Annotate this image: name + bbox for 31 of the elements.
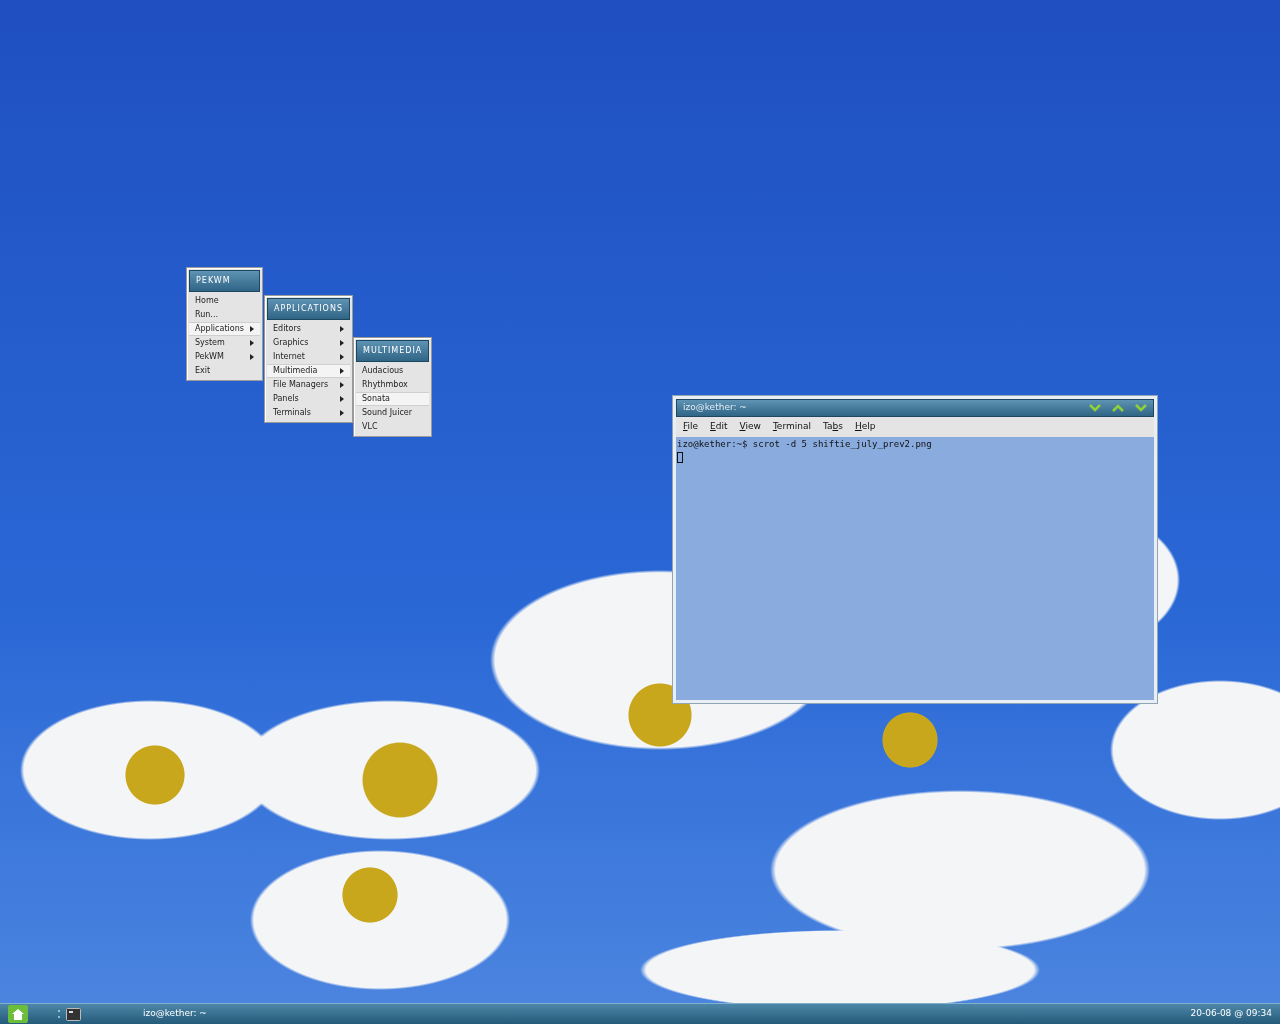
menu-bar-item[interactable]: View [739,420,761,434]
menu-item[interactable]: File Managers [267,378,350,392]
menu-title: PEKWM [189,270,260,292]
menu-item[interactable]: Audacious [356,364,430,378]
menu-item[interactable]: VLC [356,420,430,434]
taskbar-task[interactable]: izo@kether: ~ [143,1007,207,1021]
menu-bar-item[interactable]: Terminal [772,420,811,434]
menu-item[interactable]: Terminals [267,406,350,420]
window-title: izo@kether: ~ [683,401,748,415]
menu-item[interactable]: Run... [189,308,260,322]
menu-item[interactable]: PekWM [189,350,260,364]
menu-item[interactable]: Sonata [356,392,430,406]
menu-item[interactable]: Exit [189,364,260,378]
menu-title: APPLICATIONS [267,298,350,320]
menu-item[interactable]: Home [189,294,260,308]
menu-bar-item[interactable]: Help [854,420,876,434]
clock: 20-06-08 @ 09:34 [1190,1007,1272,1021]
menu-bar-item[interactable]: Edit [710,420,728,434]
menu-item[interactable]: System [189,336,260,350]
menu-title: MULTIMEDIA [356,340,430,362]
menu-item[interactable]: Graphics [267,336,350,350]
menu-item[interactable]: Editors [267,322,350,336]
menu-bar-item[interactable]: Tabs [822,420,843,434]
menu-item[interactable]: Panels [267,392,350,406]
menu-bar-item[interactable]: File [683,420,699,434]
menu-item[interactable]: Sound Juicer [356,406,430,420]
menu-item[interactable]: Rhythmbox [356,378,430,392]
menu-item[interactable]: Applications [189,322,260,336]
terminal-line: izo@kether:~$ scrot -d 5 shiftie_july_prev2.png [677,438,933,451]
menu-item[interactable]: Multimedia [267,364,350,378]
menu-item[interactable]: Internet [267,350,350,364]
